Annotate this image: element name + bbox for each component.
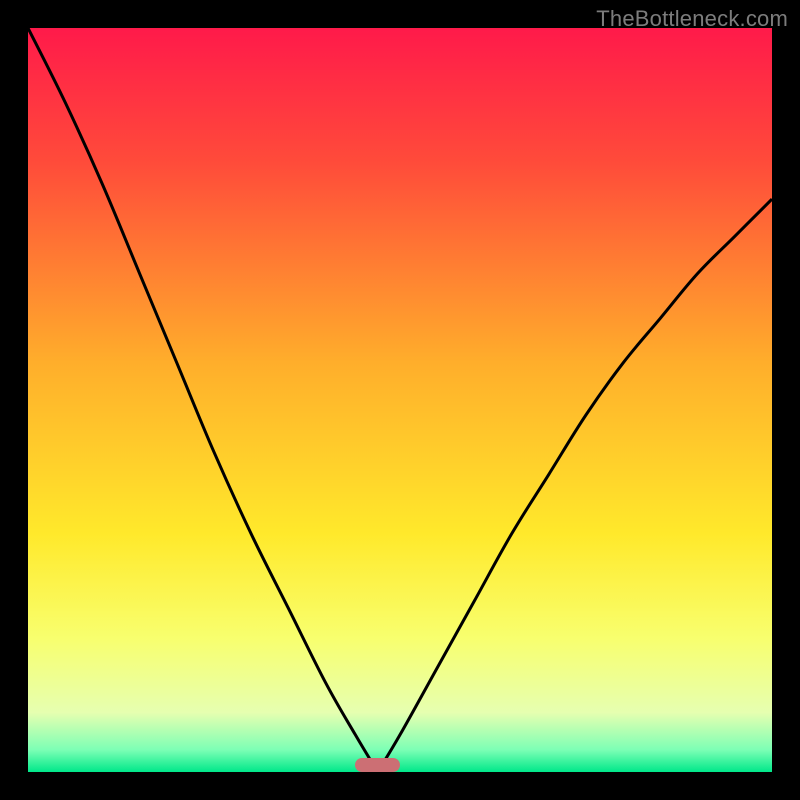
outer-frame: TheBottleneck.com [0, 0, 800, 800]
right-curve [378, 199, 772, 772]
curves-layer [28, 28, 772, 772]
left-curve [28, 28, 378, 772]
plot-area [28, 28, 772, 772]
watermark-text: TheBottleneck.com [596, 6, 788, 32]
optimum-marker [355, 758, 400, 772]
